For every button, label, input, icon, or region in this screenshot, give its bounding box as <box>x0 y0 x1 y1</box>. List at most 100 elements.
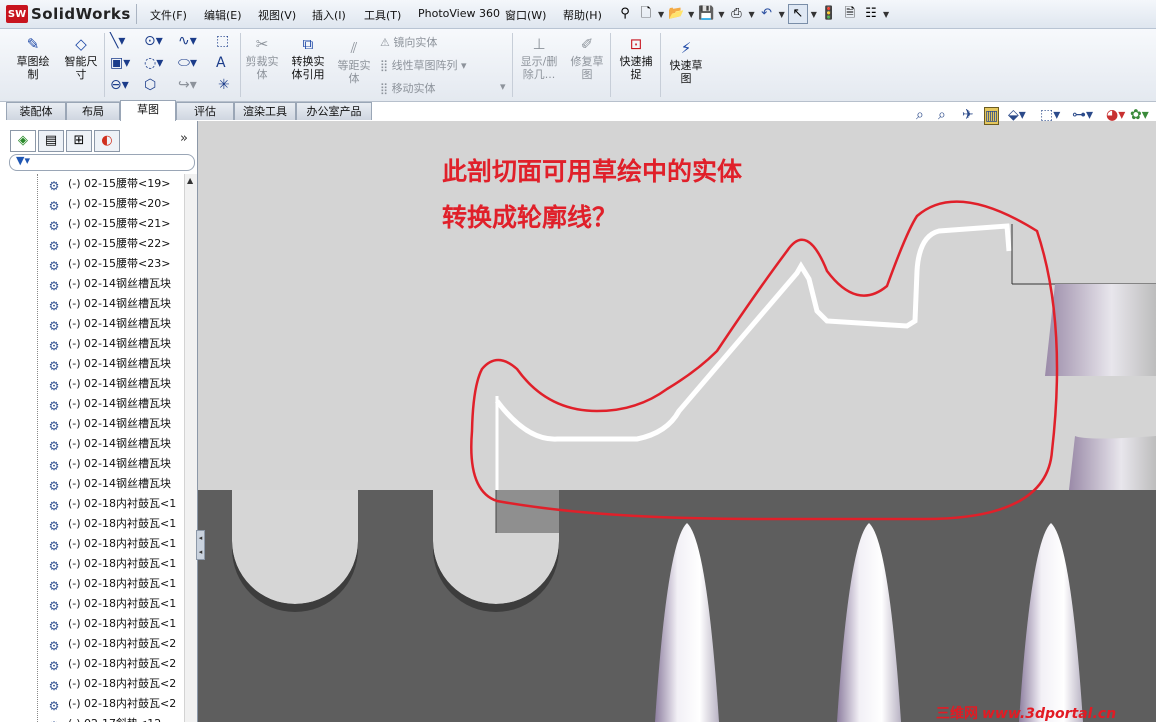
tree-item[interactable]: ⚙ (-) 02-15腰带<19> <box>46 174 171 194</box>
tree-item[interactable]: ⚙ (-) 02-14钢丝槽瓦块 <box>46 394 171 414</box>
menu-edit[interactable]: 编辑(E) <box>204 7 242 23</box>
circle-icon[interactable]: ⊙▾ <box>144 33 163 49</box>
point-icon[interactable]: ✳ <box>218 77 230 93</box>
tab-render-tools[interactable]: 渲染工具 <box>234 102 296 120</box>
tree-item[interactable]: ⚙ (-) 02-18内衬鼓瓦<1 <box>46 494 177 514</box>
menu-insert[interactable]: 插入(I) <box>312 7 346 23</box>
options-dropdown-icon[interactable]: ▼ <box>883 10 889 19</box>
property-icon[interactable]: ▤ <box>38 130 64 152</box>
new-dropdown-icon[interactable]: ▼ <box>658 10 664 19</box>
select-dropdown-icon[interactable]: ▼ <box>811 10 817 19</box>
tree-item[interactable]: ⚙ (-) 02-15腰带<23> <box>46 254 171 274</box>
rapid-sketch-button[interactable]: ⚡ 快速草 图 <box>664 39 708 85</box>
tree-item[interactable]: ⚙ (-) 02-15腰带<22> <box>46 234 171 254</box>
menu-file[interactable]: 文件(F) <box>150 7 187 23</box>
move-dropdown-icon[interactable]: ▾ <box>500 80 506 93</box>
undo-dropdown-icon[interactable]: ▼ <box>779 10 785 19</box>
tree-item[interactable]: ⚙ (-) 02-14钢丝槽瓦块 <box>46 454 171 474</box>
rectangle-icon[interactable]: ▣▾ <box>110 55 130 71</box>
save-icon[interactable]: 💾 <box>697 5 715 23</box>
tree-item[interactable]: ⚙ (-) 02-18内衬鼓瓦<2 <box>46 674 177 694</box>
previous-view-icon[interactable]: ✈ <box>962 107 974 123</box>
slot-icon[interactable]: ⊖▾ <box>110 77 129 93</box>
move-entities-button[interactable]: ⣿ 移动实体 <box>380 80 436 96</box>
open-folder-icon[interactable]: 📂 <box>667 5 685 23</box>
menu-tools[interactable]: 工具(T) <box>364 7 401 23</box>
tree-item[interactable]: ⚙ (-) 02-15腰带<20> <box>46 194 171 214</box>
tab-office-products[interactable]: 办公室产品 <box>296 102 372 120</box>
select-cursor-icon[interactable]: ↖ <box>787 4 808 24</box>
repair-sketch-button[interactable]: ✐ 修复草 图 <box>566 35 608 81</box>
new-document-icon[interactable]: 🗋 <box>637 5 655 23</box>
tree-item[interactable]: ⚙ (-) 02-18内衬鼓瓦<1 <box>46 574 177 594</box>
scene-icon[interactable]: ✿▾ <box>1130 107 1149 123</box>
hide-show-items-icon[interactable]: ⊶▾ <box>1072 107 1093 123</box>
convert-entities-button[interactable]: ⧉ 转换实 体引用 <box>286 35 330 81</box>
pin-icon[interactable]: ⚲ <box>616 5 634 23</box>
tree-scrollbar[interactable]: ▲ <box>184 174 197 722</box>
print-icon[interactable]: ⎙ <box>727 5 745 23</box>
rebuild-traffic-light-icon[interactable]: 🚦 <box>820 5 838 23</box>
scroll-up-icon[interactable]: ▲ <box>187 176 193 185</box>
app-logo[interactable]: SW SolidWorks <box>6 4 131 24</box>
zoom-to-fit-icon[interactable]: ⌕ <box>916 107 924 123</box>
undo-icon[interactable]: ↶ <box>758 5 776 23</box>
tree-item[interactable]: ⚙ (-) 02-18内衬鼓瓦<1 <box>46 554 177 574</box>
polygon-icon[interactable]: ⬡ <box>144 77 156 93</box>
edit-appearance-icon[interactable]: ◕▾ <box>1106 107 1125 123</box>
tree-item[interactable]: ⚙ (-) 02-18内衬鼓瓦<1 <box>46 614 177 634</box>
section-view-icon[interactable]: ▥ <box>984 107 1000 125</box>
tree-item[interactable]: ⚙ (-) 02-14钢丝槽瓦块 <box>46 374 171 394</box>
tree-item[interactable]: ⚙ (-) 02-14钢丝槽瓦块 <box>46 434 171 454</box>
feature-tree-icon[interactable]: ◈ <box>10 130 36 152</box>
trim-entities-button[interactable]: ✂ 剪裁实 体 <box>242 35 282 81</box>
tree-item[interactable]: ⚙ (-) 02-14钢丝槽瓦块 <box>46 354 171 374</box>
tree-item[interactable]: ⚙ (-) 02-18内衬鼓瓦<1 <box>46 594 177 614</box>
configuration-icon[interactable]: ⊞ <box>66 130 92 152</box>
tree-item[interactable]: ⚙ (-) 02-14钢丝槽瓦块 <box>46 314 171 334</box>
tree-item[interactable]: ⚙ (-) 02-18内衬鼓瓦<1 <box>46 534 177 554</box>
print-dropdown-icon[interactable]: ▼ <box>748 10 754 19</box>
menu-view[interactable]: 视图(V) <box>258 7 296 23</box>
menu-window[interactable]: 窗口(W) <box>505 7 546 23</box>
tree-item[interactable]: ⚙ (-) 02-18内衬鼓瓦<2 <box>46 654 177 674</box>
smart-dimension-button[interactable]: ◇ 智能尺 寸 <box>58 35 104 81</box>
mirror-entities-button[interactable]: ⚠ 镜向实体 <box>380 34 437 50</box>
line-icon[interactable]: ╲▾ <box>110 33 125 49</box>
tab-evaluate[interactable]: 评估 <box>176 102 234 120</box>
zoom-area-icon[interactable]: ⌕ <box>938 107 946 123</box>
tree-item[interactable]: ⚙ (-) 02-18内衬鼓瓦<2 <box>46 694 177 714</box>
save-dropdown-icon[interactable]: ▼ <box>718 10 724 19</box>
quick-snaps-button[interactable]: ⊡ 快速捕 捉 <box>614 35 658 81</box>
ellipse-icon[interactable]: ⬭▾ <box>178 55 197 71</box>
file-properties-icon[interactable]: 🗎 <box>841 5 859 23</box>
appearance-icon[interactable]: ◐ <box>94 130 120 152</box>
arc-icon[interactable]: ◌▾ <box>144 55 163 71</box>
spline-icon[interactable]: ∿▾ <box>178 33 197 49</box>
menu-help[interactable]: 帮助(H) <box>563 7 602 23</box>
offset-entities-button[interactable]: ⫽ 等距实 体 <box>334 39 374 85</box>
filter-box[interactable]: ▼▾ <box>9 154 195 171</box>
tree-item[interactable]: ⚙ (-) 02-14钢丝槽瓦块 <box>46 474 171 494</box>
tree-item[interactable]: ⚙ (-) 02-18内衬鼓瓦<2 <box>46 634 177 654</box>
tree-item[interactable]: ⚙ (-) 02-14钢丝槽瓦块 <box>46 294 171 314</box>
linear-pattern-button[interactable]: ⣿ 线性草图阵列 ▾ <box>380 57 467 73</box>
tree-item[interactable]: ⚙ (-) 02-15腰带<21> <box>46 214 171 234</box>
tab-layout[interactable]: 布局 <box>66 102 120 120</box>
display-style-icon[interactable]: ⬚▾ <box>1040 107 1060 123</box>
tree-item[interactable]: ⚙ (-) 02-18内衬鼓瓦<1 <box>46 514 177 534</box>
sketch-point-grid-icon[interactable]: ⬚ <box>216 33 229 49</box>
sketch-button[interactable]: ✎ 草图绘 制 <box>10 35 56 81</box>
tab-assembly[interactable]: 装配体 <box>6 102 66 120</box>
menu-photoview[interactable]: PhotoView 360 <box>418 7 500 20</box>
tree-item[interactable]: ⚙ (-) 02-14钢丝槽瓦块 <box>46 414 171 434</box>
tab-sketch[interactable]: 草图 <box>120 100 176 121</box>
panel-collapse-handle[interactable]: ◂ ◂ <box>196 530 205 560</box>
tree-item[interactable]: ⚙ (-) 02-14钢丝槽瓦块 <box>46 334 171 354</box>
options-icon[interactable]: ☷ <box>862 5 880 23</box>
view-orientation-icon[interactable]: ⬙▾ <box>1008 107 1026 123</box>
show-delete-relations-button[interactable]: ⊥ 显示/删 除几... <box>516 35 562 81</box>
fillet-icon[interactable]: ↪▾ <box>178 77 197 93</box>
tree-item[interactable]: ⚙(-) 02-17斜垫<12 <box>46 714 162 722</box>
model-section-view[interactable] <box>197 121 1156 722</box>
